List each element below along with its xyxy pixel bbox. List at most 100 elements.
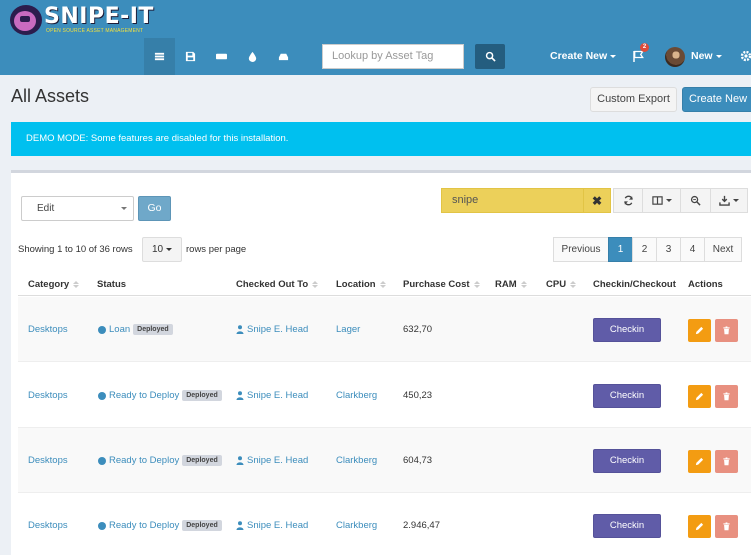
column-header-actions: Actions	[688, 279, 723, 290]
delete-button[interactable]	[715, 385, 738, 408]
purchase-cost-cell: 450,23	[403, 390, 433, 401]
bulk-action-select[interactable]: Edit	[21, 196, 134, 221]
location-link[interactable]: Lager	[336, 297, 360, 362]
refresh-button[interactable]	[613, 188, 643, 213]
table-row: Desktops Loan Deployed Snipe E. Head Lager 63…	[18, 297, 751, 362]
checked-out-user-link[interactable]: Snipe E. Head	[247, 324, 308, 335]
column-header-status[interactable]: Status	[97, 279, 126, 290]
status-link[interactable]: Ready to Deploy	[109, 390, 179, 401]
delete-button[interactable]	[715, 319, 738, 342]
create-new-menu[interactable]: Create New	[550, 50, 617, 62]
status-link[interactable]: Ready to Deploy	[109, 455, 179, 466]
asset-tag-search-button[interactable]	[475, 44, 505, 69]
status-link[interactable]: Loan	[109, 324, 130, 335]
status-badge: Deployed	[133, 324, 173, 335]
pagination-next[interactable]: Next	[704, 237, 742, 262]
edit-button[interactable]	[688, 450, 711, 473]
location-link[interactable]: Clarkberg	[336, 428, 377, 493]
pencil-icon	[695, 392, 704, 401]
export-button[interactable]	[710, 188, 748, 213]
pagination-info: Showing 1 to 10 of 36 rows	[18, 244, 133, 255]
pagination-page[interactable]: 3	[656, 237, 681, 262]
status-badge: Deployed	[182, 455, 222, 466]
search-icon	[485, 51, 496, 62]
chevron-down-icon	[733, 199, 739, 202]
column-header-checkin-checkout: Checkin/Checkout	[593, 279, 676, 290]
column-header-purchase-cost-label: Purchase Cost	[403, 279, 470, 290]
column-header-ram[interactable]: RAM	[495, 279, 527, 290]
edit-button[interactable]	[688, 319, 711, 342]
licenses-save-icon[interactable]	[175, 38, 206, 75]
pagination-page[interactable]: 2	[632, 237, 657, 262]
table-row: Desktops Ready to Deploy Deployed Snipe E. …	[18, 493, 751, 555]
category-link[interactable]: Desktops	[28, 297, 68, 362]
column-header-category-label: Category	[28, 279, 70, 290]
status-dot-icon	[98, 456, 106, 465]
alerts-count-badge: 2	[640, 43, 649, 52]
table-search-input[interactable]: snipe	[441, 188, 584, 213]
category-link[interactable]: Desktops	[28, 428, 68, 493]
location-link[interactable]: Clarkberg	[336, 363, 377, 428]
delete-button[interactable]	[715, 515, 738, 538]
status-cell: Loan Deployed	[98, 297, 173, 362]
trash-icon	[723, 326, 730, 335]
column-header-purchase-cost[interactable]: Purchase Cost	[403, 279, 480, 290]
column-header-checked-out-to-label: Checked Out To	[236, 279, 309, 290]
checked-out-user-link[interactable]: Snipe E. Head	[247, 390, 308, 401]
pagination-previous[interactable]: Previous	[553, 237, 609, 262]
consumables-drop-icon[interactable]	[237, 38, 268, 75]
category-link[interactable]: Desktops	[28, 363, 68, 428]
checkin-button[interactable]: Checkin	[593, 514, 661, 538]
app-logo[interactable]: SNIPE-IT OPEN SOURCE ASSET MANAGEMENT	[10, 3, 154, 36]
download-icon	[719, 195, 730, 206]
checkin-button[interactable]: Checkin	[593, 449, 661, 473]
status-badge: Deployed	[182, 390, 222, 401]
purchase-cost-cell: 632,70	[403, 324, 433, 335]
user-menu[interactable]: New	[691, 50, 722, 62]
components-drive-icon[interactable]	[268, 38, 299, 75]
avatar[interactable]	[665, 47, 685, 67]
table-row: Desktops Ready to Deploy Deployed Snipe E. …	[18, 428, 751, 493]
pencil-icon	[695, 457, 704, 466]
snipe-mascot-icon	[10, 4, 42, 35]
pagination-page[interactable]: 1	[608, 237, 633, 262]
pencil-icon	[695, 326, 704, 335]
chevron-down-icon	[665, 199, 672, 202]
column-header-category[interactable]: Category	[28, 279, 80, 290]
checkin-button[interactable]: Checkin	[593, 318, 661, 342]
gear-icon[interactable]	[740, 50, 751, 62]
status-cell: Ready to Deploy Deployed	[98, 493, 222, 555]
column-header-cpu[interactable]: CPU	[546, 279, 577, 290]
column-header-location[interactable]: Location	[336, 279, 386, 290]
app-name: SNIPE-IT	[44, 3, 154, 29]
demo-mode-callout: DEMO MODE: Some features are disabled fo…	[11, 122, 751, 156]
accessories-keyboard-icon[interactable]	[206, 38, 237, 75]
column-header-checked-out-to[interactable]: Checked Out To	[236, 279, 319, 290]
asset-tag-search-input[interactable]: Lookup by Asset Tag	[322, 44, 464, 69]
chevron-down-icon	[610, 54, 617, 58]
bulk-go-button[interactable]: Go	[138, 196, 171, 221]
page-size-dropdown[interactable]: 10	[142, 237, 182, 262]
category-link[interactable]: Desktops	[28, 493, 68, 555]
assets-list-icon[interactable]	[144, 38, 175, 75]
location-link[interactable]: Clarkberg	[336, 493, 377, 555]
pagination-page[interactable]: 4	[680, 237, 705, 262]
checked-out-to-cell: Snipe E. Head	[236, 363, 308, 428]
status-dot-icon	[98, 521, 106, 530]
checkin-button[interactable]: Checkin	[593, 384, 661, 408]
checked-out-user-link[interactable]: Snipe E. Head	[247, 455, 308, 466]
edit-button[interactable]	[688, 385, 711, 408]
columns-toggle-button[interactable]	[642, 188, 681, 213]
create-new-button[interactable]: Create New	[682, 87, 751, 112]
user-icon	[236, 391, 244, 400]
status-link[interactable]: Ready to Deploy	[109, 520, 179, 531]
edit-button[interactable]	[688, 515, 711, 538]
clear-search-icon[interactable]: ✖	[583, 188, 611, 213]
rows-per-page-label: rows per page	[186, 244, 247, 255]
fullscreen-button[interactable]	[680, 188, 711, 213]
custom-export-button[interactable]: Custom Export	[590, 87, 677, 112]
checked-out-user-link[interactable]: Snipe E. Head	[247, 520, 308, 531]
delete-button[interactable]	[715, 450, 738, 473]
table-row: Desktops Ready to Deploy Deployed Snipe E. …	[18, 363, 751, 428]
refresh-icon	[623, 195, 633, 206]
